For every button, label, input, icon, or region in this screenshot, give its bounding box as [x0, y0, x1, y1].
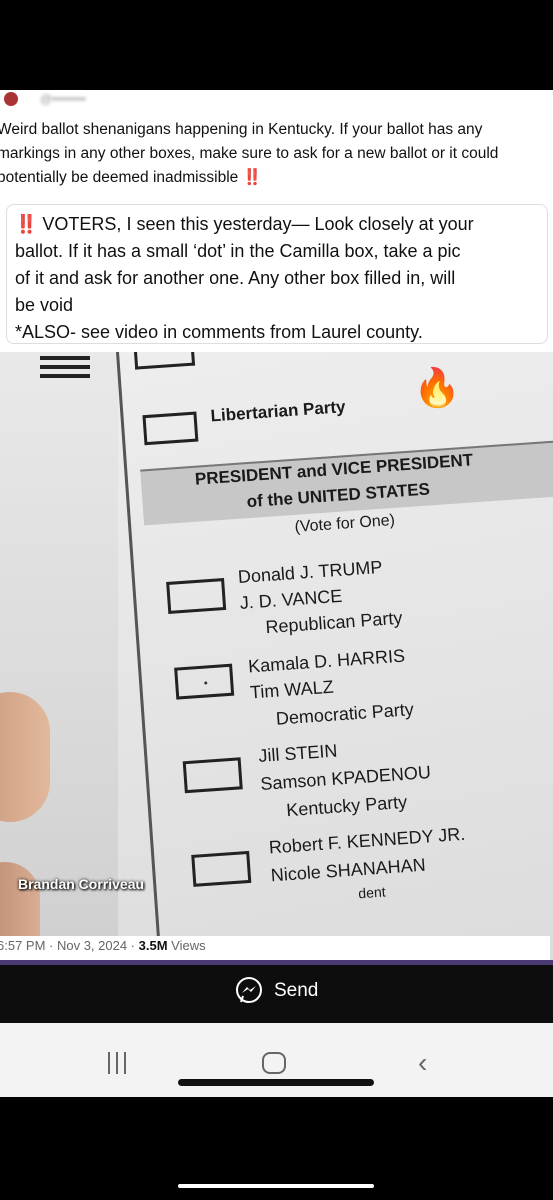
send-label[interactable]: Send [274, 980, 318, 1002]
ballot-candidate-party: Kentucky Party [285, 791, 408, 821]
double-exclamation-icon: ‼️ [242, 169, 262, 186]
post-card: @•••••••• Weird ballot shenanigans happe… [0, 90, 553, 965]
quoted-text-line: of it and ask for another one. Any other… [15, 268, 456, 288]
post-timestamp[interactable]: 6:57 PM · Nov 3, 2024 · [0, 938, 139, 953]
ballot-candidate-vp: J. D. VANCE [239, 585, 343, 613]
ballot-candidate-pres: Robert F. KENNEDY JR. [268, 823, 466, 858]
ballot-box [133, 352, 196, 370]
post-text-line: markings in any other boxes, make sure t… [0, 145, 499, 162]
ballot-candidate-party: dent [357, 883, 387, 902]
ballot-candidate-vp: Tim WALZ [249, 676, 335, 703]
back-icon[interactable]: ‹ [418, 1049, 427, 1077]
views-count: 3.5M [138, 938, 168, 953]
ballot-content: Libertarian Party 🔥 PRESIDENT and VICE P… [0, 352, 553, 964]
ballot-candidate-pres: Kamala D. HARRIS [247, 645, 406, 677]
post-header: @•••••••• [0, 90, 553, 108]
ballot-candidate-vp: Samson KPADENOU [259, 762, 432, 794]
top-black-area [0, 0, 553, 90]
messenger-icon[interactable] [234, 976, 264, 1006]
post-handle[interactable]: @•••••••• [40, 92, 86, 106]
ballot-box-trump [166, 577, 227, 614]
ballot-candidate-party: Democratic Party [275, 699, 415, 729]
quoted-text-card: ‼️ VOTERS, I seen this yesterday— Look c… [6, 204, 548, 344]
post-meta: 6:57 PM · Nov 3, 2024 · 3.5M Views [0, 936, 550, 960]
ballot-candidate-pres: Jill STEIN [257, 740, 339, 766]
quoted-text-line1: VOTERS, I seen this yesterday— Look clos… [37, 214, 474, 234]
quoted-text-line: *ALSO- see video in comments from Laurel… [15, 322, 423, 342]
home-icon[interactable] [262, 1052, 286, 1074]
quoted-text-line: ballot. If it has a small ‘dot’ in the C… [15, 241, 461, 261]
torch-icon: 🔥 [411, 366, 463, 412]
ballot-box-kennedy [191, 850, 252, 887]
watermark: Brandan Corriveau [18, 876, 145, 892]
quoted-text-line: be void [15, 295, 74, 315]
views-label: Views [167, 938, 206, 953]
ballot-photo[interactable]: Libertarian Party 🔥 PRESIDENT and VICE P… [0, 352, 553, 964]
ballot-libertarian: Libertarian Party [210, 397, 347, 426]
quoted-text: ‼️ VOTERS, I seen this yesterday— Look c… [15, 211, 543, 343]
gesture-handle[interactable] [178, 1079, 374, 1086]
post-text-line3: potentially be deemed inadmissible [0, 169, 239, 186]
ballot-candidate-party: Republican Party [264, 607, 403, 638]
post-text-line: potentially be deemed inadmissible ‼️ [0, 166, 553, 190]
recent-apps-icon[interactable] [106, 1052, 130, 1074]
post-text-line: Weird ballot shenanigans happening in Ke… [0, 121, 483, 138]
avatar[interactable] [4, 92, 18, 106]
ballot-box-stein [182, 757, 243, 794]
ballot-vote-for: (Vote for One) [294, 511, 396, 536]
quoted-text-line: ‼️ VOTERS, I seen this yesterday— Look c… [15, 211, 543, 238]
home-indicator[interactable] [178, 1184, 374, 1188]
ballot-candidate-pres: Donald J. TRUMP [237, 556, 384, 587]
ballot-candidate-vp: Nicole SHANAHAN [270, 854, 427, 886]
ballot-box-libertarian [142, 411, 199, 446]
double-exclamation-icon: ‼️ [15, 214, 38, 234]
ballot-box-harris [174, 663, 235, 700]
dot-mark [204, 681, 208, 685]
post-text: Weird ballot shenanigans happening in Ke… [0, 118, 553, 190]
